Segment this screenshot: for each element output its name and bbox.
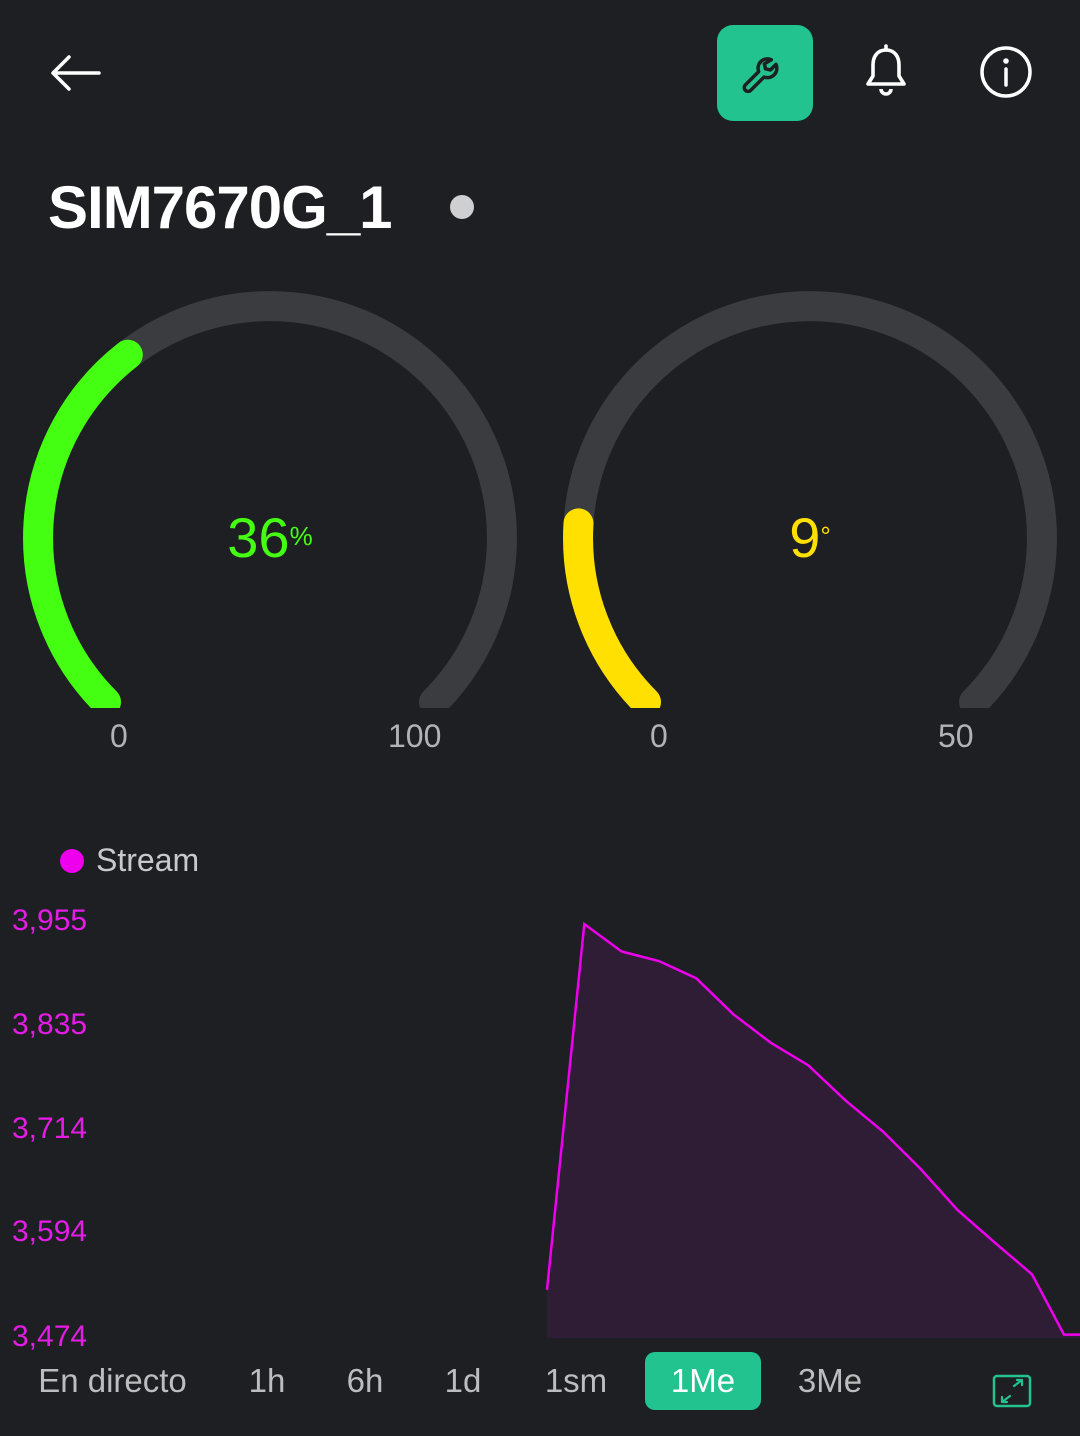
notifications-button[interactable] (846, 32, 926, 112)
tab-1h[interactable]: 1h (230, 1352, 304, 1410)
gauge-temperature: 9° 0 50 (560, 288, 1060, 754)
chart-legend: Stream (60, 842, 199, 879)
legend-label: Stream (96, 842, 200, 878)
gauge-percentage: 36% 0 100 (20, 288, 520, 754)
arrow-left-icon (51, 55, 101, 91)
back-button[interactable] (40, 40, 110, 106)
expand-icon (992, 1374, 1032, 1408)
gauge-min-label: 0 (110, 718, 128, 754)
time-range-tabs: En directo 1h 6h 1d 1sm 1Me 3Me (0, 1352, 1080, 1412)
gauge-value-number: 9 (789, 506, 821, 569)
gauge-arc (563, 290, 1057, 717)
stream-chart (545, 921, 1080, 1338)
tab-1me[interactable]: 1Me (645, 1352, 761, 1410)
gauge-max-label: 50 (938, 718, 974, 754)
info-icon (980, 46, 1032, 98)
gauge-min-label: 0 (650, 718, 668, 754)
legend-dot (60, 848, 84, 873)
tab-1sm[interactable]: 1sm (528, 1352, 624, 1410)
tab-3me[interactable]: 3Me (782, 1352, 878, 1410)
gauge-value-unit: % (289, 521, 313, 551)
gauge-arc (23, 290, 517, 717)
bell-icon (866, 44, 906, 96)
series-area (547, 924, 1080, 1338)
gauge-value: 9° (560, 508, 1060, 568)
expand-chart-button[interactable] (992, 1374, 1032, 1408)
gauge-value: 36% (20, 508, 520, 568)
tab-1d[interactable]: 1d (426, 1352, 500, 1410)
gauge-value-unit: ° (820, 521, 831, 551)
gauge-value-number: 36 (227, 506, 290, 569)
info-button[interactable] (966, 32, 1046, 112)
wrench-icon (742, 57, 779, 94)
tab-live[interactable]: En directo (20, 1352, 205, 1410)
settings-button[interactable] (717, 25, 813, 121)
device-status-dot (450, 195, 474, 219)
device-title: SIM7670G_1 (48, 174, 393, 241)
gauge-max-label: 100 (388, 718, 442, 754)
tab-6h[interactable]: 6h (328, 1352, 402, 1410)
